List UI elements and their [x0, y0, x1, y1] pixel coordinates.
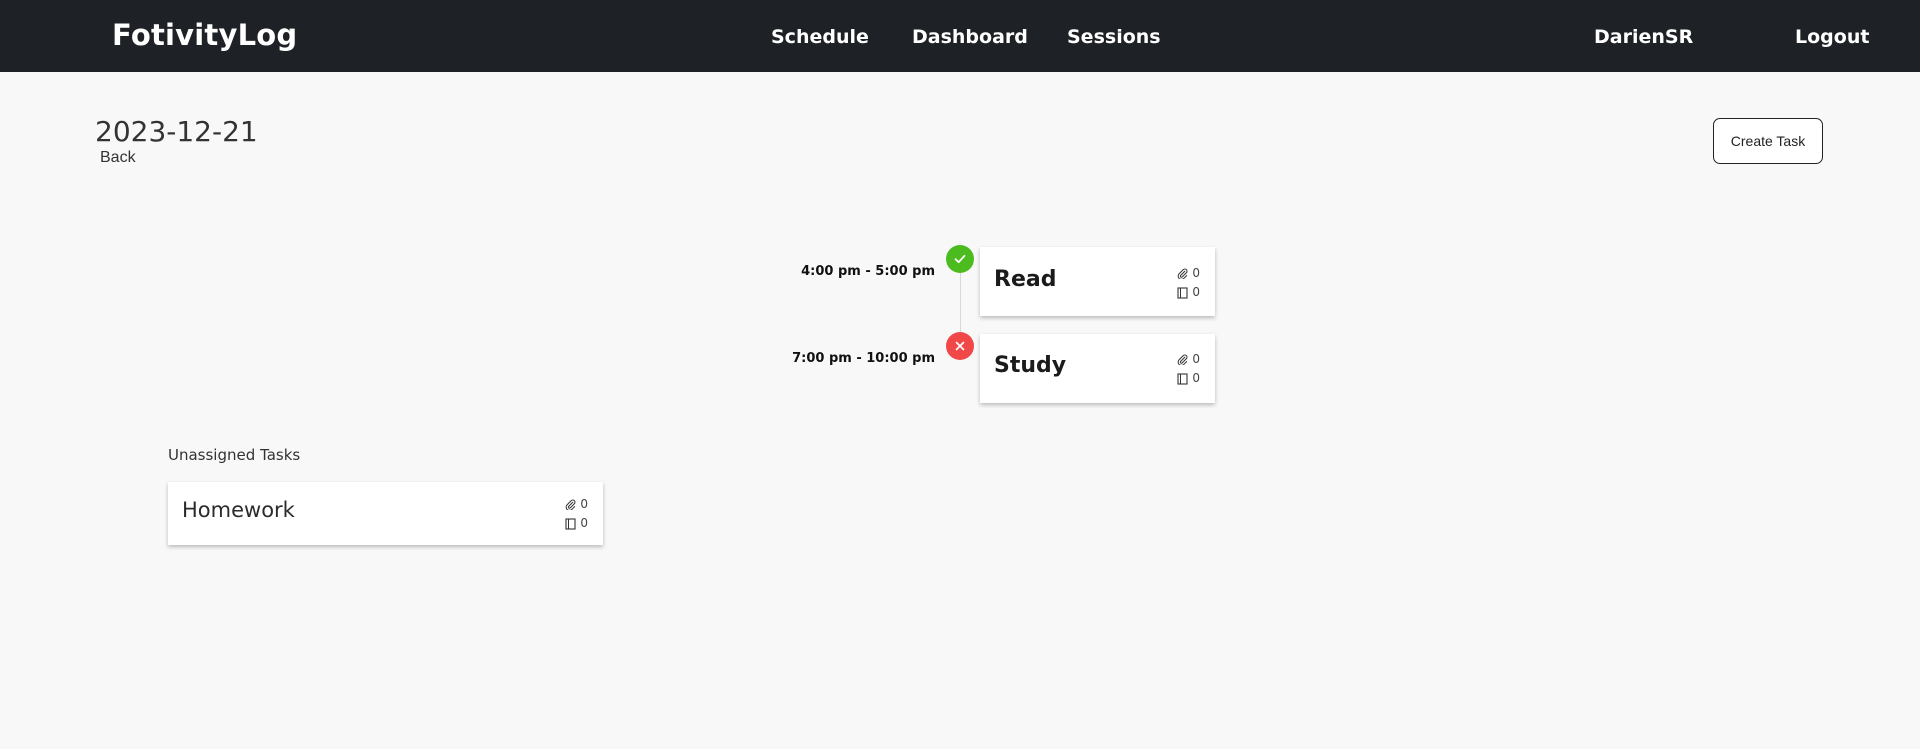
task-time-range: 7:00 pm - 10:00 pm [792, 351, 935, 366]
task-meta: 0 0 [1177, 350, 1200, 388]
task-meta: 0 0 [565, 495, 588, 533]
unassigned-tasks-heading: Unassigned Tasks [168, 446, 301, 464]
check-icon [954, 254, 966, 264]
brand-logo[interactable]: FotivityLog [112, 18, 297, 52]
paperclip-icon [1178, 268, 1188, 279]
back-link[interactable]: Back [100, 149, 136, 167]
attachment-count: 0 [580, 497, 588, 511]
task-title: Homework [182, 498, 295, 522]
task-title: Read [994, 267, 1057, 292]
nav-link-sessions[interactable]: Sessions [1067, 26, 1161, 48]
task-time-range: 4:00 pm - 5:00 pm [801, 264, 935, 279]
note-icon [1177, 286, 1188, 299]
page-date-title: 2023-12-21 [95, 115, 258, 148]
paperclip-icon [1178, 354, 1188, 365]
note-count: 0 [580, 516, 588, 530]
task-title: Study [994, 353, 1067, 378]
attachment-count: 0 [1192, 266, 1200, 280]
task-card-homework[interactable]: Homework 0 0 [168, 482, 603, 545]
attachment-count: 0 [1192, 352, 1200, 366]
x-icon [955, 341, 965, 351]
note-count: 0 [1192, 371, 1200, 385]
nav-link-schedule[interactable]: Schedule [771, 26, 869, 48]
nav-user-name[interactable]: DarienSR [1594, 26, 1693, 48]
status-incomplete-indicator[interactable] [946, 332, 974, 360]
task-meta: 0 0 [1177, 264, 1200, 302]
task-card-read[interactable]: Read 0 0 [980, 247, 1215, 316]
status-complete-indicator[interactable] [946, 245, 974, 273]
note-icon [565, 517, 576, 530]
task-card-study[interactable]: Study 0 0 [980, 334, 1215, 403]
note-icon [1177, 372, 1188, 385]
nav-link-dashboard[interactable]: Dashboard [912, 26, 1028, 48]
create-task-button[interactable]: Create Task [1713, 118, 1823, 164]
navbar: FotivityLog Schedule Dashboard Sessions … [0, 0, 1920, 72]
logout-button[interactable]: Logout [1795, 26, 1869, 48]
note-count: 0 [1192, 285, 1200, 299]
paperclip-icon [566, 499, 576, 510]
